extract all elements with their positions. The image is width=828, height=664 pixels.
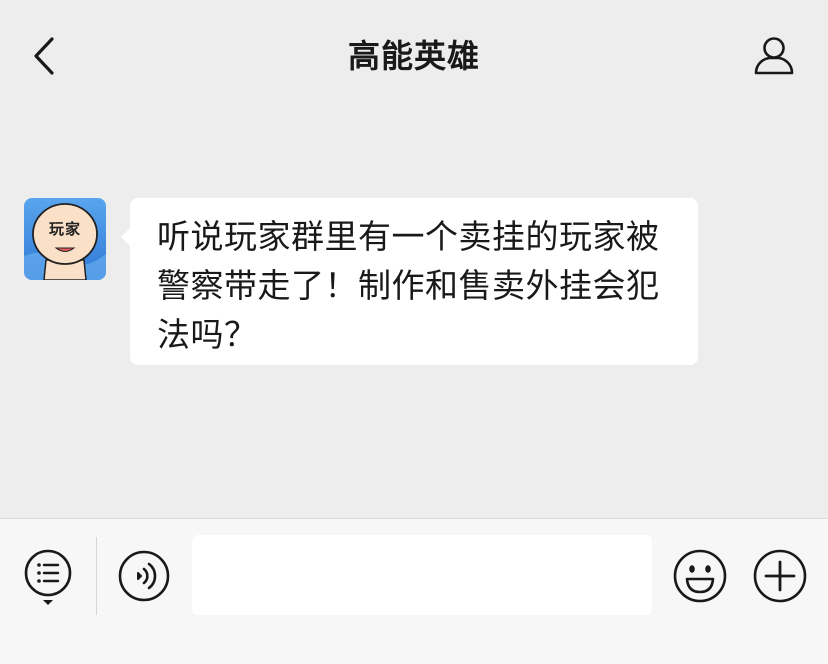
profile-button[interactable]: [750, 34, 798, 78]
avatar-label: 玩家: [48, 220, 81, 238]
message-input[interactable]: [192, 535, 652, 615]
input-bar: [0, 518, 828, 664]
page-title: 高能英雄: [347, 37, 480, 75]
list-menu-icon: [22, 547, 74, 607]
person-icon: [753, 36, 795, 76]
voice-icon: [117, 549, 171, 603]
chat-header: 高能英雄: [0, 0, 828, 112]
plus-circle-icon: [752, 548, 808, 604]
smiley-icon: [672, 548, 728, 604]
avatar[interactable]: 玩家: [24, 198, 106, 280]
message-bubble[interactable]: 听说玩家群里有一个卖挂的玩家被警察带走了！制作和售卖外挂会犯法吗？: [121, 198, 698, 365]
message-text: 听说玩家群里有一个卖挂的玩家被警察带走了！制作和售卖外挂会犯法吗？: [157, 217, 660, 354]
divider: [96, 537, 97, 615]
more-button[interactable]: [752, 548, 808, 604]
menu-button[interactable]: [22, 547, 74, 607]
message-row: 玩家 听说玩家群里有一个卖挂的玩家被警察带走了！制作和售卖外挂会犯法吗？: [24, 198, 724, 368]
voice-button[interactable]: [117, 549, 171, 603]
emoji-button[interactable]: [672, 548, 728, 604]
